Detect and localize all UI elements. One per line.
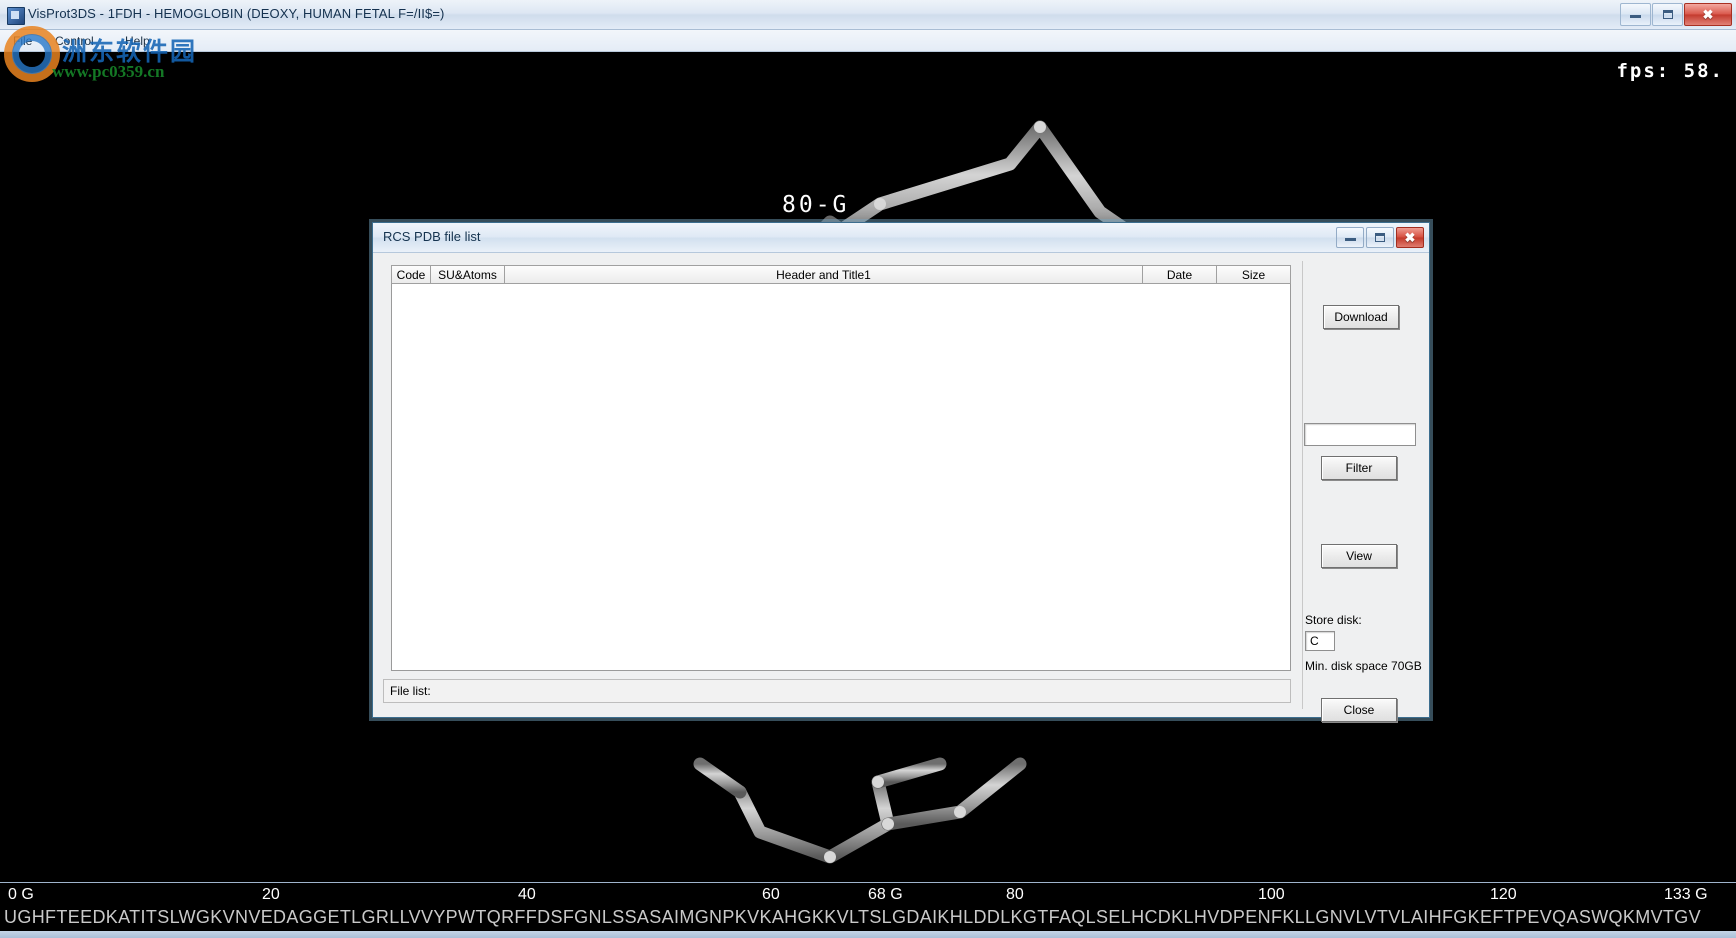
- main-window-titlebar: VisProt3DS - 1FDH - HEMOGLOBIN (DEOXY, H…: [0, 0, 1736, 30]
- ruler-tick: 0 G: [8, 886, 34, 903]
- sequence-ruler: 0 G 20 40 60 68 G 80 100 120 133 G: [0, 883, 1736, 907]
- filter-button[interactable]: Filter: [1321, 456, 1397, 480]
- download-button[interactable]: Download: [1323, 305, 1399, 329]
- maximize-icon: [1662, 10, 1673, 19]
- view-button[interactable]: View: [1321, 544, 1397, 568]
- maximize-button[interactable]: [1652, 3, 1683, 26]
- menu-help[interactable]: Help: [118, 33, 157, 49]
- menu-control[interactable]: Control: [48, 33, 101, 49]
- dialog-window-controls: ✖: [1336, 227, 1424, 248]
- close-icon: ✖: [1404, 230, 1416, 245]
- column-header-date[interactable]: Date: [1143, 265, 1217, 284]
- dialog-side-panel: Download Filter View Store disk: Min. di…: [1302, 261, 1422, 722]
- file-list-status-bar: File list:: [383, 679, 1291, 703]
- ruler-tick: 60: [762, 886, 780, 903]
- sequence-letters[interactable]: UGHFTEEDKATITSLWGKVNVEDAGGETLGRLLVVYPWTQ…: [4, 907, 1701, 928]
- fps-counter: fps: 58.: [1616, 60, 1724, 82]
- close-button[interactable]: ✖: [1684, 3, 1732, 26]
- min-disk-space-label: Min. disk space 70GB: [1305, 659, 1422, 673]
- close-icon: ✖: [1702, 7, 1714, 22]
- file-grid-body[interactable]: [391, 284, 1291, 671]
- dialog-titlebar: RCS PDB file list ✖: [373, 223, 1429, 253]
- ruler-tick: 40: [518, 886, 536, 903]
- store-disk-input[interactable]: [1305, 631, 1335, 651]
- menu-file[interactable]: File: [6, 33, 39, 49]
- ruler-tick: 133 G: [1664, 886, 1708, 903]
- main-window-controls: ✖: [1620, 3, 1732, 26]
- ruler-tick: 100: [1258, 886, 1285, 903]
- sequence-footer-strip: [0, 931, 1736, 938]
- dialog-minimize-button[interactable]: [1336, 227, 1364, 248]
- dialog-body: Code SU&Atoms Header and Title1 Date Siz…: [373, 253, 1429, 722]
- pdb-file-list-dialog: RCS PDB file list ✖ Code SU&Atoms Header…: [372, 222, 1430, 722]
- filter-input[interactable]: [1304, 423, 1416, 446]
- ruler-tick: 68 G: [868, 886, 903, 903]
- main-window-title: VisProt3DS - 1FDH - HEMOGLOBIN (DEOXY, H…: [28, 6, 445, 21]
- application-root: VisProt3DS - 1FDH - HEMOGLOBIN (DEOXY, H…: [0, 0, 1736, 938]
- ruler-tick: 20: [262, 886, 280, 903]
- sequence-panel: 0 G 20 40 60 68 G 80 100 120 133 G UGHFT…: [0, 882, 1736, 938]
- store-disk-label: Store disk:: [1305, 613, 1362, 627]
- ruler-tick: 120: [1490, 886, 1517, 903]
- column-header-header-title[interactable]: Header and Title1: [505, 265, 1143, 284]
- dialog-maximize-button[interactable]: [1366, 227, 1394, 248]
- column-header-suatoms[interactable]: SU&Atoms: [431, 265, 505, 284]
- ruler-tick: 80: [1006, 886, 1024, 903]
- minimize-icon: [1630, 12, 1641, 18]
- residue-label: 80-G: [782, 192, 850, 218]
- main-menubar: File Control Help: [0, 30, 1736, 52]
- file-grid-header: Code SU&Atoms Header and Title1 Date Siz…: [391, 265, 1291, 284]
- dialog-close-button[interactable]: ✖: [1396, 227, 1424, 248]
- column-header-size[interactable]: Size: [1217, 265, 1291, 284]
- minimize-icon: [1344, 235, 1356, 241]
- dialog-title: RCS PDB file list: [383, 229, 481, 244]
- column-header-code[interactable]: Code: [391, 265, 431, 284]
- app-icon: [7, 7, 25, 25]
- file-list-status-label: File list:: [390, 684, 431, 698]
- dialog-close-action-button[interactable]: Close: [1321, 698, 1397, 722]
- minimize-button[interactable]: [1620, 3, 1651, 26]
- maximize-icon: [1375, 233, 1385, 242]
